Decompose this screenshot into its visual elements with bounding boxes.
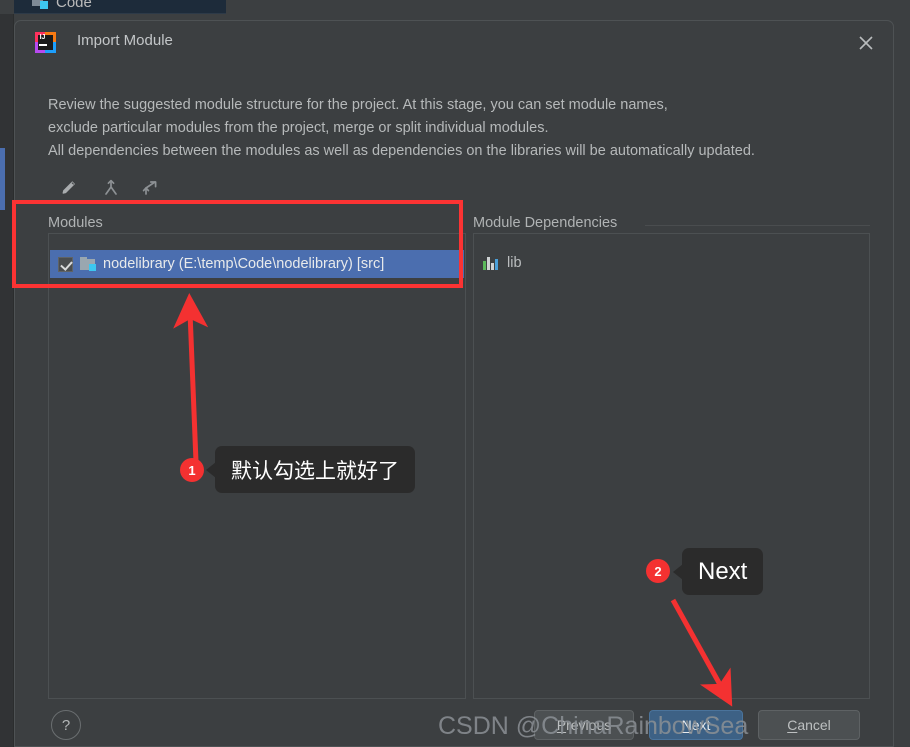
annotation-bubble-2: Next bbox=[672, 548, 764, 595]
module-checkbox[interactable] bbox=[58, 256, 73, 272]
module-label: nodelibrary (E:\temp\Code\nodelibrary) [… bbox=[103, 256, 385, 272]
cancel-button-label: Cancel bbox=[787, 717, 831, 733]
module-icon bbox=[32, 0, 48, 9]
close-icon[interactable] bbox=[854, 31, 878, 55]
dialog-title: Import Module bbox=[77, 32, 173, 49]
annotation-badge-2: 2 bbox=[646, 559, 670, 583]
cancel-button[interactable]: Cancel bbox=[758, 710, 860, 740]
modules-group-label: Modules bbox=[48, 215, 103, 231]
library-icon bbox=[483, 256, 499, 270]
annotation-bubble-1: 默认勾选上就好了 bbox=[206, 446, 415, 493]
merge-icon[interactable] bbox=[98, 175, 124, 201]
editor-tab-label: Code bbox=[56, 0, 92, 11]
split-icon[interactable] bbox=[138, 175, 164, 201]
help-button[interactable]: ? bbox=[51, 710, 81, 740]
description-line-2: exclude particular modules from the proj… bbox=[48, 120, 549, 136]
annotation-badge-1: 1 bbox=[180, 458, 204, 482]
module-toolbar bbox=[53, 175, 313, 203]
list-item[interactable]: lib bbox=[475, 250, 868, 276]
dependencies-list-panel: lib bbox=[473, 233, 870, 699]
module-folder-icon bbox=[80, 257, 97, 271]
dialog-description: Review the suggested module structure fo… bbox=[48, 94, 868, 163]
dependencies-group-label: Module Dependencies bbox=[473, 215, 618, 231]
editor-tab-code[interactable]: Code bbox=[14, 0, 226, 14]
ide-left-toolwindow-strip bbox=[0, 14, 14, 747]
dependencies-group-rule bbox=[645, 225, 870, 226]
description-line-3: All dependencies between the modules as … bbox=[48, 143, 755, 159]
description-line-1: Review the suggested module structure fo… bbox=[48, 97, 668, 113]
watermark: CSDN @ChinaRainbowSea bbox=[438, 712, 749, 740]
import-module-dialog: IJ Import Module Review the suggested mo… bbox=[14, 20, 894, 747]
edit-icon[interactable] bbox=[56, 175, 82, 201]
intellij-idea-icon: IJ bbox=[35, 32, 56, 53]
table-row[interactable]: nodelibrary (E:\temp\Code\nodelibrary) [… bbox=[50, 250, 464, 278]
dialog-titlebar: IJ Import Module bbox=[15, 21, 893, 63]
ide-left-active-marker bbox=[0, 148, 5, 210]
dependency-label: lib bbox=[507, 255, 522, 271]
